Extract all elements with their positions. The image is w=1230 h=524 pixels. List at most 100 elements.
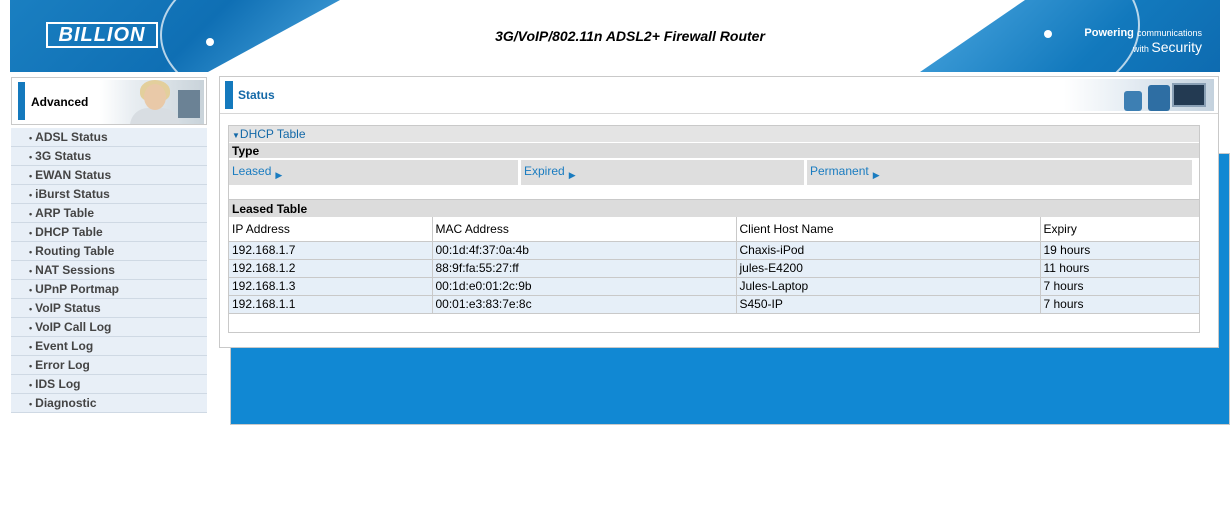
bullet-icon: • <box>29 304 33 314</box>
sidebar-item-nat-sessions[interactable]: • NAT Sessions <box>11 261 207 280</box>
bullet-icon: • <box>29 247 33 257</box>
leased-link[interactable]: Leased ▶ <box>229 160 518 185</box>
bullet-icon: • <box>29 266 33 276</box>
type-label: Type <box>229 143 1199 160</box>
bullet-icon: • <box>29 228 33 238</box>
sidebar-item-error-log[interactable]: • Error Log <box>11 356 207 375</box>
table-row: 192.168.1.3 00:1d:e0:01:2c:9b Jules-Laptop… <box>229 277 1199 296</box>
bullet-icon: • <box>29 171 33 181</box>
sidebar-item-label: VoIP Call Log <box>35 320 112 334</box>
sidebar-item-label: 3G Status <box>35 149 92 163</box>
table-row: 192.168.1.2 88:9f:fa:55:27:ff jules-E4200 1… <box>229 259 1199 278</box>
permanent-link-label: Permanent <box>810 164 869 178</box>
advanced-accent-bar <box>18 82 25 120</box>
mac-address-cell: 00:1d:4f:37:0a:4b <box>432 241 737 260</box>
sidebar-item-label: IDS Log <box>35 377 81 391</box>
bullet-icon: • <box>29 399 33 409</box>
arrow-right-icon: ▶ <box>568 170 576 180</box>
banner-dot <box>1044 30 1052 38</box>
tagline-powering: Powering <box>1084 27 1134 39</box>
sidebar: Advanced •Basic▼Status•ADSL Status•3G St… <box>11 77 1230 425</box>
column-header-mac: MAC Address <box>432 217 737 242</box>
ip-address-cell: 192.168.1.2 <box>229 259 433 278</box>
arrow-right-icon: ▶ <box>872 170 880 180</box>
sidebar-item-label: Diagnostic <box>35 396 97 410</box>
sidebar-item-upnp-portmap[interactable]: • UPnP Portmap <box>11 280 207 299</box>
sidebar-item-voip-call-log[interactable]: • VoIP Call Log <box>11 318 207 337</box>
column-header-ip: IP Address <box>229 217 433 242</box>
bullet-icon: • <box>29 323 33 333</box>
mac-address-cell: 00:1d:e0:01:2c:9b <box>432 277 737 296</box>
ip-address-cell: 192.168.1.1 <box>229 295 433 314</box>
expiry-cell: 7 hours <box>1040 295 1199 314</box>
sidebar-item-dhcp-table[interactable]: • DHCP Table <box>11 223 207 242</box>
advanced-photo <box>100 80 204 124</box>
tagline-with: with <box>1132 44 1149 54</box>
tagline-communications: communications <box>1136 28 1202 38</box>
sidebar-item-voip-status[interactable]: • VoIP Status <box>11 299 207 318</box>
dhcp-table-box: ▼DHCP Table Type Leased ▶ Expired ▶ Perman… <box>228 125 1200 333</box>
ip-address-cell: 192.168.1.7 <box>229 241 433 260</box>
hostname-cell: jules-E4200 <box>736 259 1041 278</box>
mac-address-cell: 88:9f:fa:55:27:ff <box>432 259 737 278</box>
sidebar-item-label: UPnP Portmap <box>35 282 119 296</box>
dhcp-table-header[interactable]: ▼DHCP Table <box>229 126 1199 143</box>
expiry-cell: 11 hours <box>1040 259 1199 278</box>
tagline-security: Security <box>1151 39 1202 55</box>
arrow-right-icon: ▶ <box>275 170 283 180</box>
bullet-icon: • <box>29 380 33 390</box>
sidebar-item-arp-table[interactable]: • ARP Table <box>11 204 207 223</box>
mac-address-cell: 00:01:e3:83:7e:8c <box>432 295 737 314</box>
sidebar-item-label: ADSL Status <box>35 130 108 144</box>
sidebar-item-label: Routing Table <box>35 244 115 258</box>
table-row: 192.168.1.1 00:01:e3:83:7e:8c S450-IP 7 hou… <box>229 295 1199 314</box>
sidebar-item-iburst-status[interactable]: • iBurst Status <box>11 185 207 204</box>
bullet-icon: • <box>29 361 33 371</box>
bullet-icon: • <box>29 133 33 143</box>
header-banner: BILLION 3G/VoIP/802.11n ADSL2+ Firewall … <box>10 0 1220 72</box>
expired-link-label: Expired <box>524 164 565 178</box>
sidebar-item-label: DHCP Table <box>35 225 103 239</box>
permanent-link[interactable]: Permanent ▶ <box>807 160 1192 185</box>
sidebar-menu: •Basic▼Status•ADSL Status•3G Status•EWAN… <box>11 127 1230 425</box>
office-photo <box>1064 79 1214 111</box>
sidebar-item-routing-table[interactable]: • Routing Table <box>11 242 207 261</box>
sidebar-item-label: VoIP Status <box>35 301 101 315</box>
main-panel: Status ▼DHCP Table Type Leased ▶ Expired ▶… <box>219 76 1219 348</box>
hostname-cell: S450-IP <box>736 295 1041 314</box>
ip-address-cell: 192.168.1.3 <box>229 277 433 296</box>
leased-table-title: Leased Table <box>229 199 1199 217</box>
sidebar-item-ids-log[interactable]: • IDS Log <box>11 375 207 394</box>
expiry-cell: 19 hours <box>1040 241 1199 260</box>
bullet-icon: • <box>29 190 33 200</box>
sidebar-item-ewan-status[interactable]: • EWAN Status <box>11 166 207 185</box>
column-header-hostname: Client Host Name <box>736 217 1041 242</box>
expired-link[interactable]: Expired ▶ <box>521 160 804 185</box>
tagline: Powering communications with Security <box>1084 26 1202 56</box>
sidebar-item-label: ARP Table <box>35 206 95 220</box>
expiry-cell: 7 hours <box>1040 277 1199 296</box>
sidebar-item-label: Event Log <box>35 339 94 353</box>
dhcp-table-title: DHCP Table <box>239 127 306 141</box>
router-title: 3G/VoIP/802.11n ADSL2+ Firewall Router <box>495 28 765 44</box>
sidebar-item-diagnostic[interactable]: • Diagnostic <box>11 394 207 413</box>
billion-logo: BILLION <box>46 22 158 48</box>
bullet-icon: • <box>29 342 33 352</box>
status-accent-bar <box>225 81 233 109</box>
bullet-icon: • <box>29 285 33 295</box>
type-links: Leased ▶ Expired ▶ Permanent ▶ <box>229 160 1199 185</box>
sidebar-item-label: NAT Sessions <box>35 263 115 277</box>
bullet-icon: • <box>29 209 33 219</box>
status-header: Status <box>220 77 1218 114</box>
advanced-label: Advanced <box>31 95 89 109</box>
page-title: Status <box>238 88 275 102</box>
sidebar-item-adsl-status[interactable]: • ADSL Status <box>11 128 207 147</box>
table-header-row: IP Address MAC Address Client Host Name … <box>229 217 1199 242</box>
sidebar-item-3g-status[interactable]: • 3G Status <box>11 147 207 166</box>
sidebar-item-label: iBurst Status <box>35 187 110 201</box>
table-row: 192.168.1.7 00:1d:4f:37:0a:4b Chaxis-iPod 1… <box>229 241 1199 260</box>
collapse-triangle-icon: ▼ <box>232 131 240 140</box>
leased-link-label: Leased <box>232 164 272 178</box>
advanced-mode-box: Advanced <box>11 77 207 125</box>
sidebar-item-event-log[interactable]: • Event Log <box>11 337 207 356</box>
